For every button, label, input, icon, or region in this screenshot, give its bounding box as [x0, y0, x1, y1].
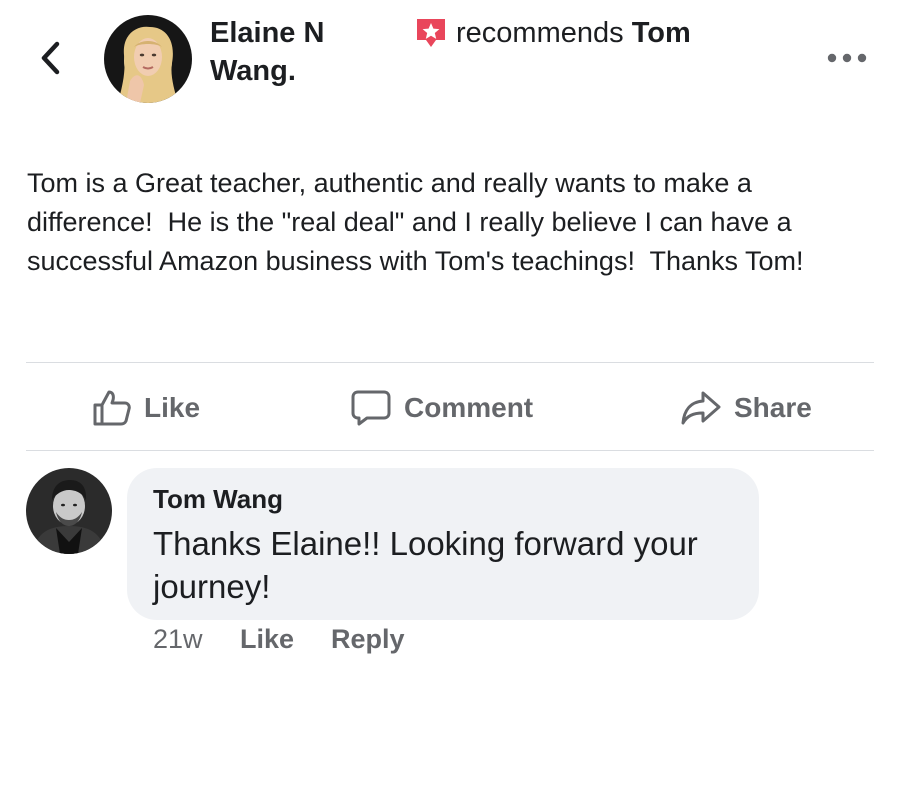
comment-reply-button[interactable]: Reply [331, 624, 405, 655]
more-dots-icon [827, 53, 867, 63]
poster-last-name[interactable]: Wang. [210, 52, 400, 90]
share-label: Share [734, 392, 812, 423]
like-button[interactable]: Like [92, 386, 200, 430]
comment-author[interactable]: Tom Wang [153, 484, 283, 515]
comment-text: Thanks Elaine!! Looking forward your jou… [153, 525, 698, 605]
comment-bubble-icon [351, 390, 391, 426]
recommendation-star-icon [414, 16, 448, 60]
poster-name[interactable]: Elaine N Wang. [210, 14, 400, 90]
poster-avatar[interactable] [104, 15, 192, 103]
commenter-avatar[interactable] [26, 468, 112, 554]
chevron-left-icon [41, 41, 60, 75]
action-bar-top-divider [26, 362, 874, 363]
post-text: Tom is a Great teacher, authentic and re… [27, 168, 804, 276]
recommended-page-name[interactable]: Tom [632, 17, 691, 49]
action-bar-bottom-divider [26, 450, 874, 451]
more-options-button[interactable] [822, 44, 872, 72]
back-button[interactable] [30, 36, 70, 80]
header-text: Elaine N Wang. recommends Tom [210, 14, 770, 90]
recommends-label: recommends [456, 17, 624, 49]
share-button[interactable]: Share [680, 386, 812, 430]
share-arrow-icon [681, 391, 721, 425]
thumbs-up-icon [93, 390, 131, 426]
comment-label: Comment [404, 392, 534, 423]
like-label: Like [144, 392, 201, 423]
recommendation-line: recommends Tom [414, 14, 691, 60]
comment-like-button[interactable]: Like [240, 624, 294, 655]
poster-first-name[interactable]: Elaine N [210, 14, 400, 52]
comment-timestamp[interactable]: 21w [153, 624, 203, 655]
comment-button[interactable]: Comment [350, 386, 533, 430]
